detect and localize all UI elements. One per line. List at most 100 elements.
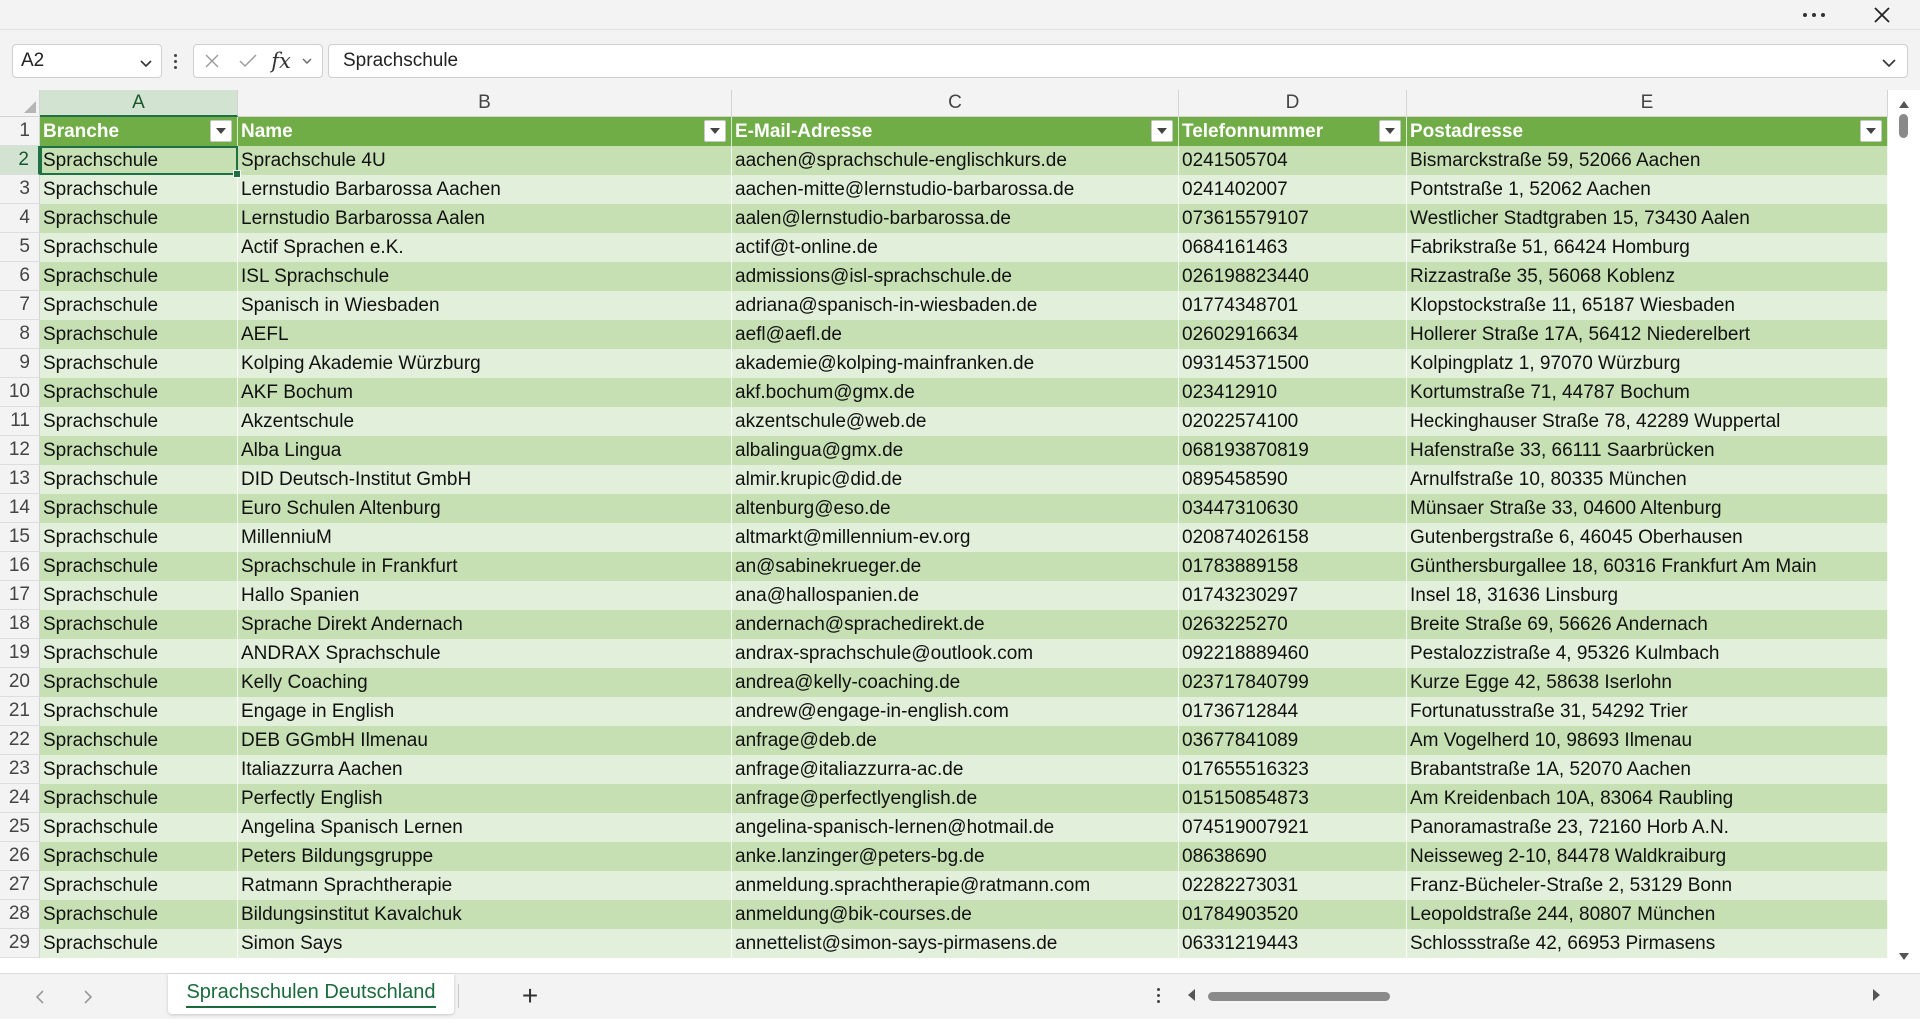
row-header[interactable]: 1 bbox=[0, 117, 40, 146]
cell-email[interactable]: anmeldung@bik-courses.de bbox=[732, 900, 1179, 929]
cell-email[interactable]: adriana@spanisch-in-wiesbaden.de bbox=[732, 291, 1179, 320]
cell-postadresse[interactable]: Günthersburgallee 18, 60316 Frankfurt Am… bbox=[1407, 552, 1888, 581]
cell-email[interactable]: angelina-spanisch-lernen@hotmail.de bbox=[732, 813, 1179, 842]
cell-email[interactable]: anke.lanzinger@peters-bg.de bbox=[732, 842, 1179, 871]
row-header[interactable]: 15 bbox=[0, 523, 40, 552]
cell-branche[interactable]: Sprachschule bbox=[40, 378, 238, 407]
cell-email[interactable]: altmarkt@millennium-ev.org bbox=[732, 523, 1179, 552]
cell-branche[interactable]: Sprachschule bbox=[40, 233, 238, 262]
cell-name[interactable]: Sprache Direkt Andernach bbox=[238, 610, 732, 639]
cell-email[interactable]: aachen-mitte@lernstudio-barbarossa.de bbox=[732, 175, 1179, 204]
cell-branche[interactable]: Sprachschule bbox=[40, 610, 238, 639]
cell-name[interactable]: Sprachschule 4U bbox=[238, 146, 732, 175]
cell-branche[interactable]: Sprachschule bbox=[40, 842, 238, 871]
cell-telefon[interactable]: 01736712844 bbox=[1179, 697, 1407, 726]
vertical-scrollbar[interactable] bbox=[1888, 90, 1920, 973]
row-header[interactable]: 16 bbox=[0, 552, 40, 581]
cell-branche[interactable]: Sprachschule bbox=[40, 929, 238, 958]
cell-name[interactable]: Alba Lingua bbox=[238, 436, 732, 465]
cell-email[interactable]: admissions@isl-sprachschule.de bbox=[732, 262, 1179, 291]
row-header[interactable]: 3 bbox=[0, 175, 40, 204]
cell-email[interactable]: andrax-sprachschule@outlook.com bbox=[732, 639, 1179, 668]
cell-email[interactable]: akf.bochum@gmx.de bbox=[732, 378, 1179, 407]
cell-name[interactable]: Kolping Akademie Würzburg bbox=[238, 349, 732, 378]
cell-branche[interactable]: Sprachschule bbox=[40, 726, 238, 755]
row-header[interactable]: 17 bbox=[0, 581, 40, 610]
row-header[interactable]: 28 bbox=[0, 900, 40, 929]
cell-email[interactable]: almir.krupic@did.de bbox=[732, 465, 1179, 494]
cell-telefon[interactable]: 015150854873 bbox=[1179, 784, 1407, 813]
column-header-a[interactable]: A bbox=[40, 90, 238, 117]
cell-branche[interactable]: Sprachschule bbox=[40, 407, 238, 436]
header-cell-telefon[interactable]: Telefonnummer bbox=[1179, 117, 1407, 146]
column-header-e[interactable]: E bbox=[1407, 90, 1888, 117]
cell-postadresse[interactable]: Rizzastraße 35, 56068 Koblenz bbox=[1407, 262, 1888, 291]
cell-branche[interactable]: Sprachschule bbox=[40, 146, 238, 175]
cell-name[interactable]: ISL Sprachschule bbox=[238, 262, 732, 291]
cell-telefon[interactable]: 06331219443 bbox=[1179, 929, 1407, 958]
cell-name[interactable]: AEFL bbox=[238, 320, 732, 349]
cell-name[interactable]: Peters Bildungsgruppe bbox=[238, 842, 732, 871]
row-header[interactable]: 6 bbox=[0, 262, 40, 291]
cell-telefon[interactable]: 017655516323 bbox=[1179, 755, 1407, 784]
cell-email[interactable]: anfrage@perfectlyenglish.de bbox=[732, 784, 1179, 813]
cell-branche[interactable]: Sprachschule bbox=[40, 871, 238, 900]
cell-branche[interactable]: Sprachschule bbox=[40, 813, 238, 842]
cell-postadresse[interactable]: Am Kreidenbach 10A, 83064 Raubling bbox=[1407, 784, 1888, 813]
cell-branche[interactable]: Sprachschule bbox=[40, 204, 238, 233]
cell-branche[interactable]: Sprachschule bbox=[40, 755, 238, 784]
cell-telefon[interactable]: 03677841089 bbox=[1179, 726, 1407, 755]
cell-email[interactable]: aefl@aefl.de bbox=[732, 320, 1179, 349]
insert-function-icon[interactable]: fx bbox=[266, 45, 296, 77]
scroll-down-icon[interactable] bbox=[1898, 949, 1910, 967]
cell-postadresse[interactable]: Insel 18, 31636 Linsburg bbox=[1407, 581, 1888, 610]
row-header[interactable]: 18 bbox=[0, 610, 40, 639]
name-box[interactable]: A2 bbox=[12, 44, 162, 78]
cell-branche[interactable]: Sprachschule bbox=[40, 320, 238, 349]
horizontal-scroll-thumb[interactable] bbox=[1208, 992, 1390, 1001]
cell-name[interactable]: Spanisch in Wiesbaden bbox=[238, 291, 732, 320]
cell-branche[interactable]: Sprachschule bbox=[40, 697, 238, 726]
cell-postadresse[interactable]: Fortunatusstraße 31, 54292 Trier bbox=[1407, 697, 1888, 726]
chevron-down-icon[interactable] bbox=[139, 54, 153, 76]
formula-input[interactable]: Sprachschule bbox=[328, 44, 1908, 78]
row-header[interactable]: 13 bbox=[0, 465, 40, 494]
cell-email[interactable]: aalen@lernstudio-barbarossa.de bbox=[732, 204, 1179, 233]
row-header[interactable]: 14 bbox=[0, 494, 40, 523]
cell-email[interactable]: anmeldung.sprachtherapie@ratmann.com bbox=[732, 871, 1179, 900]
cell-telefon[interactable]: 08638690 bbox=[1179, 842, 1407, 871]
cell-telefon[interactable]: 01784903520 bbox=[1179, 900, 1407, 929]
cell-postadresse[interactable]: Kurze Egge 42, 58638 Iserlohn bbox=[1407, 668, 1888, 697]
row-header[interactable]: 11 bbox=[0, 407, 40, 436]
worksheet-grid[interactable]: ABCDE 1 Branche Name E-Mail-Adresse Telefonn… bbox=[0, 90, 1920, 973]
filter-dropdown-icon[interactable] bbox=[1379, 120, 1401, 142]
cell-branche[interactable]: Sprachschule bbox=[40, 668, 238, 697]
cell-postadresse[interactable]: Westlicher Stadtgraben 15, 73430 Aalen bbox=[1407, 204, 1888, 233]
cell-name[interactable]: DEB GGmbH Ilmenau bbox=[238, 726, 732, 755]
header-cell-email[interactable]: E-Mail-Adresse bbox=[732, 117, 1179, 146]
cell-email[interactable]: actif@t-online.de bbox=[732, 233, 1179, 262]
close-icon[interactable] bbox=[1862, 0, 1902, 30]
cell-branche[interactable]: Sprachschule bbox=[40, 349, 238, 378]
scroll-right-icon[interactable] bbox=[1872, 988, 1882, 1007]
cell-telefon[interactable]: 01743230297 bbox=[1179, 581, 1407, 610]
cell-telefon[interactable]: 0895458590 bbox=[1179, 465, 1407, 494]
cell-telefon[interactable]: 0241505704 bbox=[1179, 146, 1407, 175]
cell-telefon[interactable]: 074519007921 bbox=[1179, 813, 1407, 842]
cell-email[interactable]: albalingua@gmx.de bbox=[732, 436, 1179, 465]
cell-name[interactable]: Euro Schulen Altenburg bbox=[238, 494, 732, 523]
cell-postadresse[interactable]: Hollerer Straße 17A, 56412 Niederelbert bbox=[1407, 320, 1888, 349]
cell-postadresse[interactable]: Heckinghauser Straße 78, 42289 Wuppertal bbox=[1407, 407, 1888, 436]
row-header[interactable]: 20 bbox=[0, 668, 40, 697]
cell-email[interactable]: andrea@kelly-coaching.de bbox=[732, 668, 1179, 697]
row-header[interactable]: 27 bbox=[0, 871, 40, 900]
cell-telefon[interactable]: 0241402007 bbox=[1179, 175, 1407, 204]
row-header[interactable]: 4 bbox=[0, 204, 40, 233]
row-header[interactable]: 25 bbox=[0, 813, 40, 842]
cell-branche[interactable]: Sprachschule bbox=[40, 262, 238, 291]
column-header-b[interactable]: B bbox=[238, 90, 732, 117]
cell-email[interactable]: andernach@sprachedirekt.de bbox=[732, 610, 1179, 639]
header-cell-postadresse[interactable]: Postadresse bbox=[1407, 117, 1888, 146]
row-header[interactable]: 22 bbox=[0, 726, 40, 755]
confirm-entry-icon[interactable] bbox=[230, 45, 266, 77]
